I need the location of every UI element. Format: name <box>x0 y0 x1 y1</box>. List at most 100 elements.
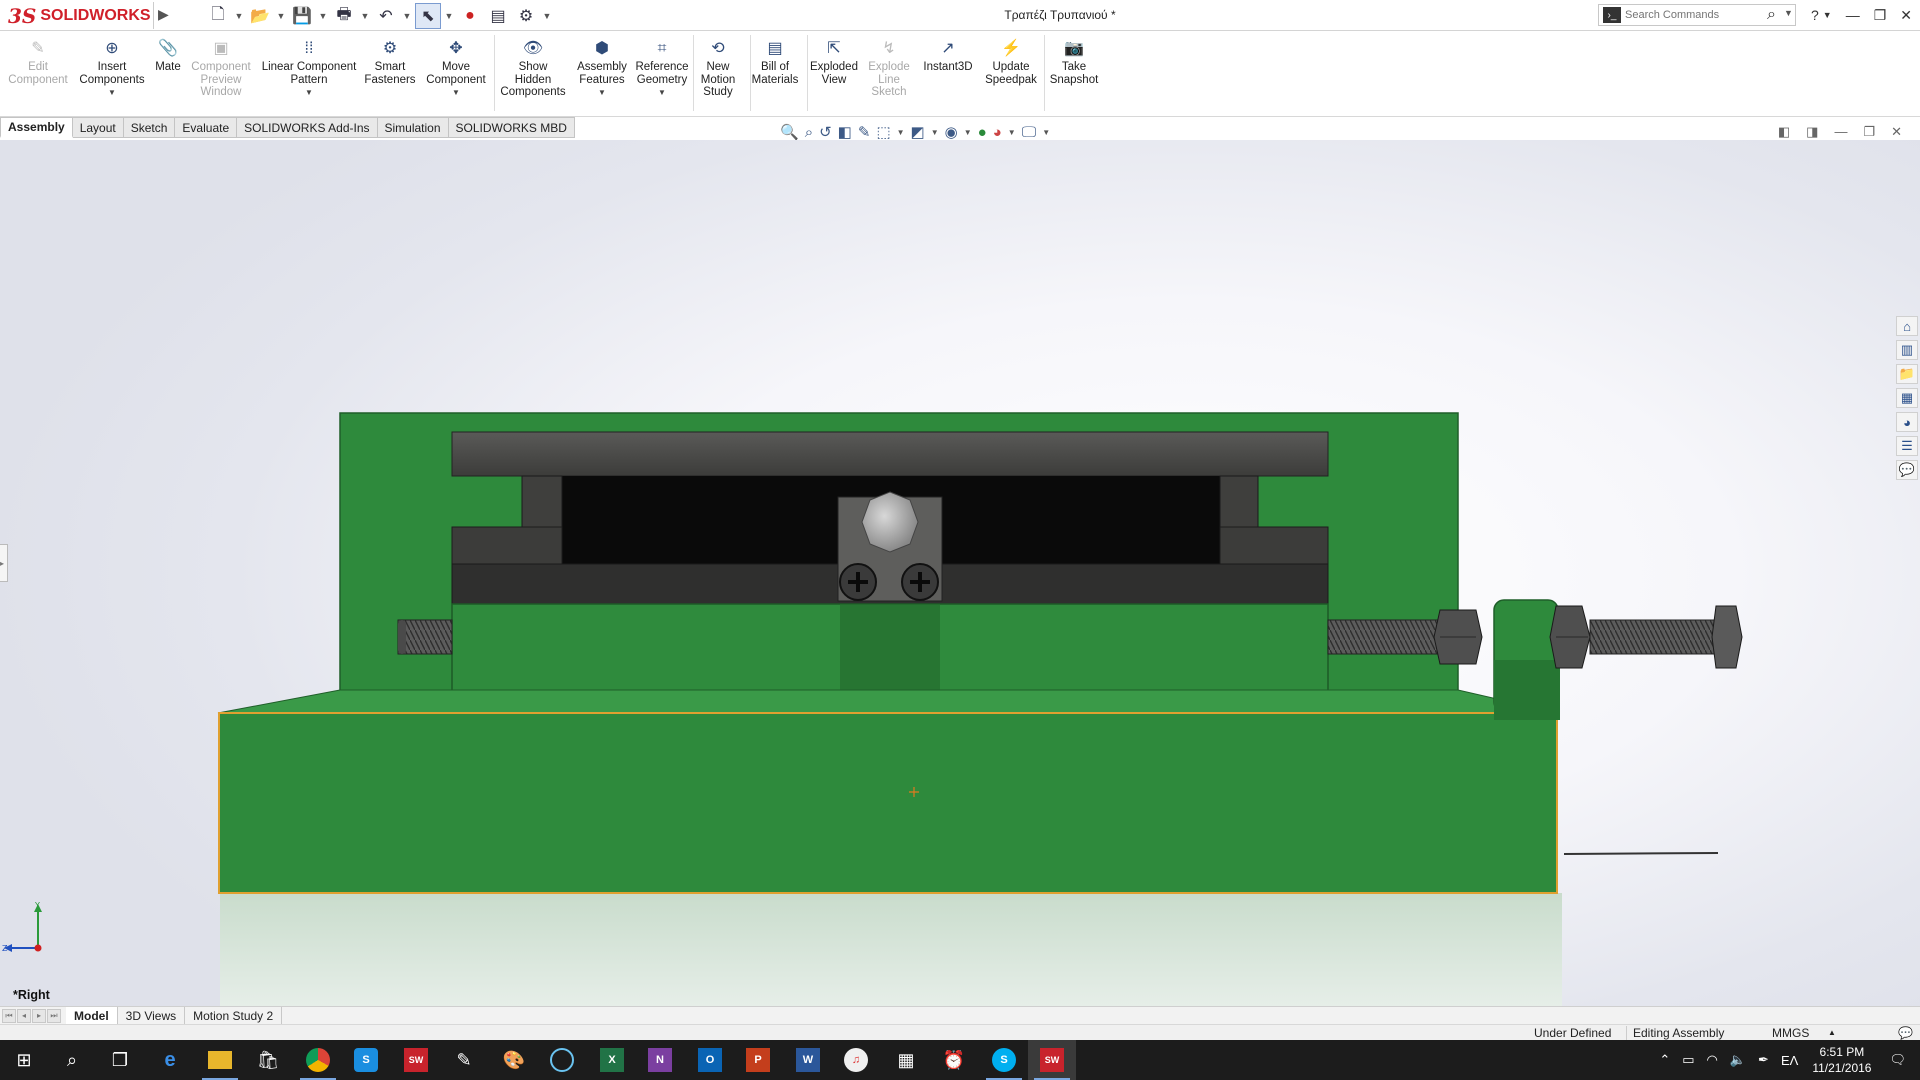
pen-icon[interactable]: ✒ <box>1758 1052 1769 1068</box>
edit-appearance-icon[interactable]: ● <box>978 124 987 141</box>
search-commands[interactable]: ›_ ⌕ <box>1598 4 1796 26</box>
tab-simulation[interactable]: Simulation <box>377 117 449 138</box>
volume-icon[interactable]: 🔈 <box>1730 1052 1746 1068</box>
design-library-icon[interactable]: ▥ <box>1896 340 1918 360</box>
custom-properties-icon[interactable]: ☰ <box>1896 436 1918 456</box>
restore-icon[interactable]: ❐ <box>1874 7 1887 24</box>
take-snapshot-button[interactable]: 📷 Take Snapshot <box>1050 39 1099 86</box>
chevron-down-icon[interactable]: ▼ <box>658 87 666 100</box>
paint-icon[interactable]: 🎨 <box>490 1040 538 1080</box>
file-explorer-icon[interactable]: 📁 <box>1896 364 1918 384</box>
chevron-down-icon[interactable]: ▼ <box>964 128 972 137</box>
assembly-features-button[interactable]: ⬢ Assembly Features ▼ <box>577 39 627 100</box>
tab-solidworks-mbd[interactable]: SOLIDWORKS MBD <box>448 117 575 138</box>
reference-geometry-button[interactable]: ⌗ Reference Geometry ▼ <box>635 39 688 100</box>
calculator-icon[interactable]: ▦ <box>882 1040 930 1080</box>
instant3d-button[interactable]: ↗ Instant3D <box>923 39 972 74</box>
mate-button[interactable]: 📎 Mate <box>155 39 181 74</box>
base-block[interactable] <box>218 712 1558 894</box>
move-component-button[interactable]: ✥ Move Component ▼ <box>426 39 485 100</box>
new-motion-study-button[interactable]: ⟲ New Motion Study <box>701 39 736 99</box>
network-icon[interactable]: ▭ <box>1682 1052 1694 1068</box>
tab-evaluate[interactable]: Evaluate <box>175 117 238 138</box>
view-orientation-icon[interactable]: ⬚ <box>876 123 890 141</box>
hide-show-items-icon[interactable]: ◉ <box>945 123 958 141</box>
start-icon[interactable]: ⊞ <box>0 1040 48 1080</box>
smart-fasteners-button[interactable]: ⚙ Smart Fasteners <box>364 39 415 86</box>
section-view-icon[interactable]: ◧ <box>838 123 852 141</box>
chrome-icon[interactable] <box>294 1040 342 1080</box>
model-tab-model[interactable]: Model <box>66 1007 118 1024</box>
feature-manager-expand-handle[interactable]: ▸ <box>0 544 8 582</box>
prev-tab-icon[interactable]: ◂ <box>17 1008 31 1023</box>
chevron-down-icon[interactable]: ▼ <box>897 128 905 137</box>
zoom-to-area-icon[interactable]: ⌕ <box>805 124 813 141</box>
graphics-area[interactable]: ▸ Y Z *Right ⌂ ▥ 📁 ▦ ◕ ☰ 💬 <box>0 140 1920 1006</box>
notifications-icon[interactable]: 💬 <box>1898 1026 1913 1040</box>
assembly-model[interactable] <box>0 140 1920 1006</box>
appearances-icon[interactable]: ◕ <box>1896 412 1918 432</box>
adjustment-rod[interactable] <box>1589 619 1721 655</box>
rod-end-nut[interactable] <box>1711 605 1743 669</box>
chevron-down-icon[interactable]: ▼ <box>305 87 313 100</box>
bill-of-materials-button[interactable]: ▤ Bill of Materials <box>752 39 799 86</box>
display-style-icon[interactable]: ◩ <box>911 123 925 141</box>
insert-components-button[interactable]: ⊕ Insert Components ▼ <box>79 39 144 100</box>
lead-screw-left[interactable] <box>397 619 453 655</box>
previous-view-icon[interactable]: ↺ <box>819 123 832 141</box>
linear-component-pattern-button[interactable]: ⁞⁞ Linear Component Pattern ▼ <box>262 39 357 100</box>
edrawings-icon[interactable]: ✎ <box>440 1040 488 1080</box>
apply-scene-icon[interactable]: ◕ <box>993 124 1002 141</box>
show-hidden-components-button[interactable]: 👁 Show Hidden Components <box>500 39 565 99</box>
model-tab-3d-views[interactable]: 3D Views <box>118 1007 186 1024</box>
word-icon[interactable]: W <box>784 1040 832 1080</box>
tab-sketch[interactable]: Sketch <box>123 117 176 138</box>
alarms-icon[interactable]: ⏰ <box>930 1040 978 1080</box>
dynamic-annotation-icon[interactable]: ✎ <box>858 123 871 141</box>
onenote-icon[interactable]: N <box>636 1040 684 1080</box>
search-input[interactable] <box>1625 9 1765 21</box>
forum-icon[interactable]: 💬 <box>1896 460 1918 480</box>
tab-layout[interactable]: Layout <box>72 117 124 138</box>
zoom-to-fit-icon[interactable]: 🔍 <box>780 123 799 141</box>
chevron-down-icon[interactable]: ▼ <box>1042 128 1050 137</box>
clock[interactable]: 6:51 PM 11/21/2016 <box>1812 1044 1871 1076</box>
chevron-up-icon[interactable]: ▲ <box>1828 1028 1836 1037</box>
unit-system[interactable]: MMGS <box>1772 1026 1809 1040</box>
chevron-down-icon[interactable]: ▼ <box>931 128 939 137</box>
last-tab-icon[interactable]: ⏭ <box>47 1008 61 1023</box>
hex-nut[interactable] <box>861 491 919 553</box>
excel-icon[interactable]: X <box>588 1040 636 1080</box>
tab-assembly[interactable]: Assembly <box>0 117 73 138</box>
edge-icon[interactable]: e <box>146 1040 194 1080</box>
home-icon[interactable]: ⌂ <box>1896 316 1918 336</box>
first-tab-icon[interactable]: ⏮ <box>2 1008 16 1023</box>
model-tab-motion-study-2[interactable]: Motion Study 2 <box>185 1007 283 1024</box>
chevron-up-icon[interactable]: ⌃ <box>1659 1052 1670 1068</box>
tab-solidworks-add-ins[interactable]: SOLIDWORKS Add-Ins <box>237 117 378 138</box>
next-tab-icon[interactable]: ▸ <box>32 1008 46 1023</box>
chevron-down-icon[interactable]: ▼ <box>1823 10 1832 20</box>
skype-business-icon[interactable]: S <box>342 1040 390 1080</box>
outlook-icon[interactable]: O <box>686 1040 734 1080</box>
minimize-icon[interactable]: — <box>1834 124 1847 140</box>
lead-screw-right[interactable] <box>1327 619 1441 655</box>
task-view-icon[interactable]: ❐ <box>96 1040 144 1080</box>
lower-rail-right[interactable] <box>1219 526 1329 565</box>
language-indicator[interactable]: ΕΛ <box>1781 1053 1798 1068</box>
chevron-down-icon[interactable]: ▼ <box>108 87 116 100</box>
view-settings-icon[interactable]: 🖵 <box>1022 124 1036 141</box>
solidworks-icon[interactable]: SW <box>1028 1040 1076 1080</box>
split-right-icon[interactable]: ◨ <box>1806 124 1818 140</box>
restore-icon[interactable]: ❐ <box>1863 124 1875 140</box>
wifi-icon[interactable]: ◠ <box>1707 1052 1718 1068</box>
view-palette-icon[interactable]: ▦ <box>1896 388 1918 408</box>
itunes-icon[interactable]: ♫ <box>832 1040 880 1080</box>
chevron-down-icon[interactable]: ▼ <box>1784 8 1793 18</box>
file-explorer-icon[interactable] <box>196 1040 244 1080</box>
close-icon[interactable]: ✕ <box>1900 7 1912 24</box>
exploded-view-button[interactable]: ⇱ Exploded View <box>810 39 858 86</box>
skype-icon[interactable]: S <box>980 1040 1028 1080</box>
top-slide-plate[interactable] <box>451 431 1329 477</box>
lower-rail-left[interactable] <box>451 526 563 565</box>
